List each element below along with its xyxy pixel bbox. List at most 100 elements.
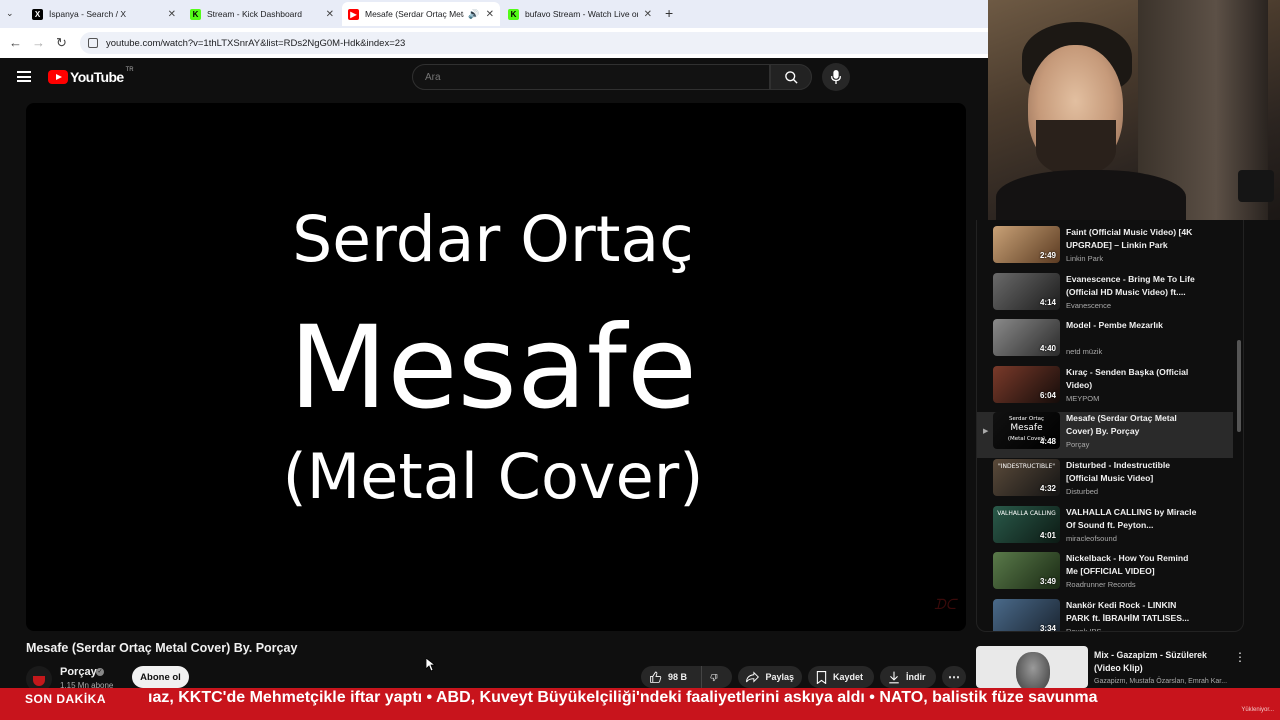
playlist-item[interactable]: 6:04 Kıraç - Senden Başka (Official Video… xyxy=(977,365,1233,412)
video-text-artist: Serdar Ortaç xyxy=(292,203,694,276)
duration-badge: 4:40 xyxy=(1039,344,1056,354)
mix-title[interactable]: Mix - Gazapizm - Süzülerek (Video Klip) xyxy=(1094,649,1224,675)
duration-badge: 6:04 xyxy=(1039,390,1056,400)
playlist-scrollbar-thumb[interactable] xyxy=(1237,340,1241,432)
playlist-panel: 2:49 Faint (Official Music Video) [4K UPG… xyxy=(976,220,1244,632)
download-button[interactable]: İndir xyxy=(880,666,936,688)
youtube-header: YouTube TR xyxy=(0,58,988,98)
playlist-item-channel: Linkin Park xyxy=(1066,254,1104,263)
tab-title: Mesafe (Serdar Ortaç Metal xyxy=(365,9,465,19)
new-tab-icon[interactable]: + xyxy=(665,5,673,21)
playlist-thumbnail[interactable]: "INDESTRUCTIBLE" 4:32 xyxy=(993,459,1060,496)
url-field[interactable]: youtube.com/watch?v=1thLTXSnrAY&list=RDs… xyxy=(80,32,988,54)
close-tab-icon[interactable]: ✕ xyxy=(644,9,652,20)
playlist-thumbnail[interactable]: 2:49 xyxy=(993,226,1060,263)
playlist-item-title[interactable]: Model - Pembe Mezarlık xyxy=(1066,319,1202,332)
video-text-subtitle: (Metal Cover) xyxy=(282,440,704,513)
ticker-text: ıaz, KKTC'de Mehmetçikle iftar yaptı • A… xyxy=(148,689,1098,706)
playlist-item[interactable]: "INDESTRUCTIBLE" 4:32 Disturbed - Indestru… xyxy=(977,459,1233,505)
save-button[interactable]: Kaydet xyxy=(808,666,874,688)
audio-playing-icon[interactable]: 🔊 xyxy=(468,9,479,20)
playlist-item[interactable]: 4:40 Model - Pembe Mezarlık netd müzik xyxy=(977,319,1233,365)
playlist-item-title[interactable]: Kıraç - Senden Başka (Official Video) xyxy=(1066,366,1202,392)
youtube-logo[interactable]: YouTube TR xyxy=(48,67,134,85)
playlist-item-title[interactable]: Faint (Official Music Video) [4K UPGRADE… xyxy=(1066,226,1202,252)
tab-kick-dashboard[interactable]: K Stream - Kick Dashboard ✕ xyxy=(184,2,340,26)
url-text: youtube.com/watch?v=1thLTXSnrAY&list=RDs… xyxy=(106,37,406,49)
back-icon[interactable]: ← xyxy=(9,35,22,50)
voice-search-button[interactable] xyxy=(822,63,850,91)
close-tab-icon[interactable]: ✕ xyxy=(326,9,334,20)
mix-channels: Gazapizm, Mustafa Özarslan, Emrah Kar... xyxy=(1094,678,1228,685)
forward-icon[interactable]: → xyxy=(32,35,45,50)
microphone-icon xyxy=(830,70,842,84)
kick-logo-icon: K xyxy=(508,8,519,20)
x-logo-icon: X xyxy=(32,8,43,20)
playlist-item[interactable]: ▶ Serdar Ortaç Mesafe (Metal Cover) 4:48 Mesa… xyxy=(977,412,1233,459)
save-label: Kaydet xyxy=(833,672,864,682)
playlist-item-title[interactable]: Nickelback - How You Remind Me [OFFICIAL… xyxy=(1066,552,1202,578)
more-actions-icon[interactable]: ⋯ xyxy=(942,666,966,688)
reload-icon[interactable]: ↻ xyxy=(56,35,67,51)
webcam-overlay xyxy=(988,0,1280,220)
download-icon xyxy=(889,671,899,683)
tab-kick-bufavo[interactable]: K bufavo Stream - Watch Live on ✕ xyxy=(502,2,658,26)
subscribe-button[interactable]: Abone ol xyxy=(132,666,189,688)
more-options-icon[interactable]: ⋮ xyxy=(1234,650,1246,664)
playlist-thumbnail[interactable]: 4:40 xyxy=(993,319,1060,357)
mix-recommendation[interactable]: Mix - Gazapizm - Süzülerek (Video Klip) … xyxy=(976,646,1280,688)
playlist-item-channel: Evanescence xyxy=(1066,300,1112,310)
search-button[interactable] xyxy=(770,64,812,90)
tab-x-search[interactable]: X İspanya - Search / X ✕ xyxy=(26,2,182,26)
playlist-item-title[interactable]: VALHALLA CALLING by Miracle Of Sound ft.… xyxy=(1066,506,1202,532)
playlist-thumbnail[interactable]: 4:14 xyxy=(993,272,1060,310)
playlist-item-title[interactable]: Mesafe (Serdar Ortaç Metal Cover) By. Po… xyxy=(1066,412,1202,438)
duration-badge: 3:34 xyxy=(1039,623,1056,632)
playlist-item-title[interactable]: Disturbed - Indestructible [Official Mus… xyxy=(1066,459,1202,485)
playlist-item[interactable]: 3:49 Nickelback - How You Remind Me [OFFI… xyxy=(977,552,1233,598)
share-label: Paylaş xyxy=(765,672,794,682)
playlist-item-channel: Roadrunner Records xyxy=(1066,580,1136,590)
share-button[interactable]: Paylaş xyxy=(738,666,802,688)
thumbnail-text: "INDESTRUCTIBLE" xyxy=(997,463,1056,470)
browser-address-bar: ← → ↻ youtube.com/watch?v=1thLTXSnrAY&li… xyxy=(0,28,988,58)
search-icon xyxy=(784,70,798,84)
ticker-label: SON DAKİKA xyxy=(0,688,140,710)
playlist-thumbnail[interactable]: 6:04 xyxy=(993,365,1060,403)
playlist-item-channel: netd müzik xyxy=(1066,347,1103,357)
youtube-play-icon xyxy=(48,70,68,84)
kick-logo-icon: K xyxy=(190,8,201,20)
tab-youtube-mesafe[interactable]: ▶ Mesafe (Serdar Ortaç Metal 🔊 ✕ xyxy=(342,2,500,26)
country-code: TR xyxy=(125,67,134,73)
playlist-thumbnail[interactable]: Serdar Ortaç Mesafe (Metal Cover) 4:48 xyxy=(993,412,1060,450)
playlist-item-channel: MEYPOM xyxy=(1066,393,1100,403)
now-playing-icon: ▶ xyxy=(983,428,989,436)
playlist-item-title[interactable]: Evanescence - Bring Me To Life (Official… xyxy=(1066,273,1202,299)
channel-name[interactable]: Porçay xyxy=(60,666,97,678)
thumbnail-text: VALHALLA CALLING xyxy=(997,509,1056,517)
playlist-item[interactable]: VALHALLA CALLING 4:01 VALHALLA CALLING by … xyxy=(977,505,1233,552)
dislike-button[interactable] xyxy=(701,666,732,688)
playlist-thumbnail[interactable]: 3:49 xyxy=(993,552,1060,590)
close-tab-icon[interactable]: ✕ xyxy=(486,9,494,20)
tab-list-chevron-icon[interactable]: ⌄ xyxy=(6,8,14,19)
playlist-item-title[interactable]: Nankör Kedi Rock - LINKIN PARK ft. İBRAH… xyxy=(1066,599,1202,625)
duration-badge: 4:48 xyxy=(1039,437,1056,447)
playlist-item[interactable]: 4:14 Evanescence - Bring Me To Life (Offi… xyxy=(977,272,1233,319)
webcam-person-body xyxy=(996,170,1186,220)
playlist-thumbnail[interactable]: VALHALLA CALLING 4:01 xyxy=(993,505,1060,543)
hamburger-menu-icon[interactable] xyxy=(17,71,31,82)
like-button[interactable]: 98 B xyxy=(641,666,701,688)
video-player[interactable]: Serdar Ortaç Mesafe (Metal Cover) ᗪᑕ xyxy=(26,103,966,631)
tab-title: İspanya - Search / X xyxy=(49,9,127,19)
playlist-thumbnail[interactable]: 3:34 xyxy=(993,598,1060,632)
close-tab-icon[interactable]: ✕ xyxy=(168,9,176,20)
loading-text: Yükleniyor... xyxy=(1241,707,1274,713)
channel-watermark[interactable]: ᗪᑕ xyxy=(934,596,956,613)
site-info-icon[interactable] xyxy=(88,38,98,48)
mix-thumbnail[interactable] xyxy=(976,646,1088,688)
search-input[interactable] xyxy=(412,64,770,90)
playlist-item[interactable]: 2:49 Faint (Official Music Video) [4K UPG… xyxy=(977,226,1233,272)
playlist-item[interactable]: 3:34 Nankör Kedi Rock - LINKIN PARK ft. İ… xyxy=(977,598,1233,632)
thumbnail-text: Mesafe xyxy=(1010,423,1043,434)
